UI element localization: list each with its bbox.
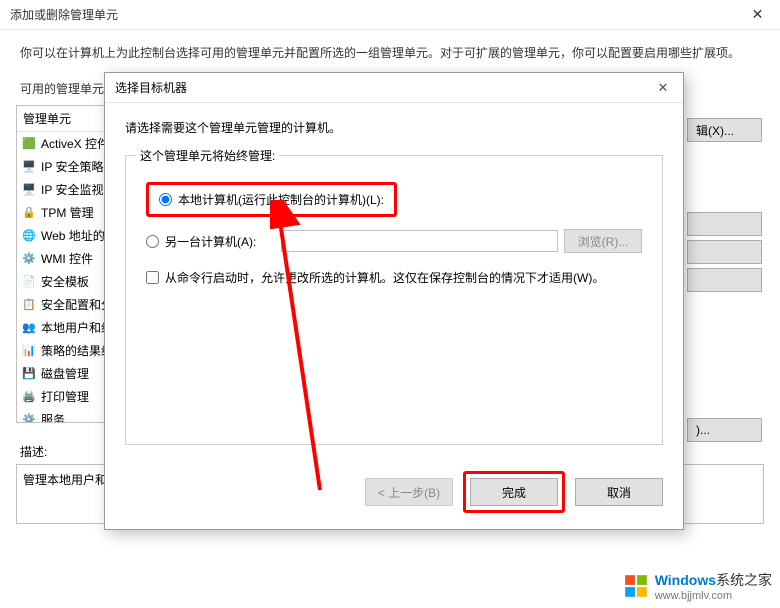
list-item-label: IP 安全策略	[41, 158, 103, 175]
list-item[interactable]: 🖥️IP 安全策略	[17, 155, 107, 178]
template-icon: 📄	[21, 274, 37, 290]
list-item[interactable]: 🌐Web 地址的	[17, 224, 107, 247]
list-item-label: 策略的结果组	[41, 342, 108, 359]
list-item-label: 磁盘管理	[41, 365, 89, 382]
list-item[interactable]: 📊策略的结果组	[17, 339, 107, 362]
service-icon: ⚙️	[21, 412, 37, 424]
list-item[interactable]: 📋安全配置和分	[17, 293, 107, 316]
local-computer-highlight: 本地计算机(运行此控制台的计算机)(L):	[146, 182, 397, 217]
list-item-label: 打印管理	[41, 388, 89, 405]
back-button[interactable]: < 上一步(B)	[365, 478, 453, 506]
list-item[interactable]: 🖨️打印管理	[17, 385, 107, 408]
cancel-button[interactable]: 取消	[575, 478, 663, 506]
advanced-button[interactable]: )...	[687, 418, 762, 442]
edit-extensions-button[interactable]: 辑(X)...	[687, 118, 762, 142]
watermark-brand: Windows	[655, 572, 716, 588]
list-item-label: Web 地址的	[41, 227, 105, 244]
list-item[interactable]: ⚙️ 服务	[17, 408, 107, 423]
list-item-label: WMI 控件	[41, 250, 93, 267]
computer-groupbox: 这个管理单元将始终管理: 本地计算机(运行此控制台的计算机)(L): 另一台计算…	[125, 155, 663, 445]
list-item[interactable]: 📄安全模板	[17, 270, 107, 293]
remove-button[interactable]	[687, 212, 762, 236]
list-item[interactable]: ⚙️WMI 控件	[17, 247, 107, 270]
parent-title: 添加或删除管理单元	[10, 6, 118, 23]
watermark-suffix: 系统之家	[716, 572, 772, 588]
print-icon: 🖨️	[21, 389, 37, 405]
list-item-label: 安全配置和分	[41, 296, 108, 313]
groupbox-legend: 这个管理单元将始终管理:	[136, 147, 279, 164]
parent-titlebar: 添加或删除管理单元 ✕	[0, 0, 780, 30]
finish-highlight: 完成	[463, 471, 565, 513]
tpm-icon: 🔒	[21, 205, 37, 221]
policy-icon: 🖥️	[21, 159, 37, 175]
select-computer-dialog: 选择目标机器 ✕ 请选择需要这个管理单元管理的计算机。 这个管理单元将始终管理:…	[104, 72, 684, 530]
monitor-icon: 🖥️	[21, 182, 37, 198]
activex-icon: 🟩	[21, 136, 37, 152]
list-item[interactable]: 🔒TPM 管理	[17, 201, 107, 224]
allow-change-label: 从命令行启动时，允许更改所选的计算机。这仅在保存控制台的情况下才适用(W)。	[165, 269, 604, 286]
allow-change-checkbox[interactable]	[146, 271, 159, 284]
allow-change-row: 从命令行启动时，允许更改所选的计算机。这仅在保存控制台的情况下才适用(W)。	[146, 269, 642, 286]
list-item-label: ActiveX 控件	[41, 135, 108, 152]
browse-button[interactable]: 浏览(R)...	[564, 229, 642, 253]
list-item[interactable]: 💾磁盘管理	[17, 362, 107, 385]
dialog-title: 选择目标机器	[115, 79, 187, 96]
move-down-button[interactable]	[687, 268, 762, 292]
close-icon[interactable]: ✕	[735, 0, 780, 30]
local-computer-label: 本地计算机(运行此控制台的计算机)(L):	[178, 191, 384, 208]
list-item-label: 安全模板	[41, 273, 89, 290]
rsop-icon: 📊	[21, 343, 37, 359]
disk-icon: 💾	[21, 366, 37, 382]
right-button-column: 辑(X)... )...	[687, 118, 762, 442]
dialog-titlebar: 选择目标机器 ✕	[105, 73, 683, 103]
wmi-icon: ⚙️	[21, 251, 37, 267]
column-header[interactable]: 管理单元	[17, 106, 107, 132]
watermark-url: www.bjjmlv.com	[655, 590, 772, 602]
dialog-instruction: 请选择需要这个管理单元管理的计算机。	[125, 119, 663, 137]
list-item-label: TPM 管理	[41, 204, 94, 221]
move-up-button[interactable]	[687, 240, 762, 264]
windows-logo-icon	[623, 573, 649, 599]
other-computer-radio[interactable]	[146, 235, 159, 248]
local-computer-radio[interactable]	[159, 193, 172, 206]
other-computer-input[interactable]	[281, 230, 558, 252]
list-item[interactable]: 🖥️IP 安全监视	[17, 178, 107, 201]
snapin-list[interactable]: 管理单元 🟩ActiveX 控件 🖥️IP 安全策略 🖥️IP 安全监视 🔒TP…	[16, 105, 108, 423]
list-item[interactable]: 👥本地用户和组	[17, 316, 107, 339]
watermark: Windows系统之家 www.bjjmlv.com	[623, 570, 772, 602]
users-icon: 👥	[21, 320, 37, 336]
other-computer-row: 另一台计算机(A): 浏览(R)...	[146, 229, 642, 253]
parent-description: 你可以在计算机上为此控制台选择可用的管理单元并配置所选的一组管理单元。对于可扩展…	[0, 30, 780, 76]
close-icon[interactable]: ✕	[643, 73, 683, 103]
list-item-label: IP 安全监视	[41, 181, 103, 198]
description-value: 管理本地用户和	[23, 473, 107, 487]
other-computer-label: 另一台计算机(A):	[165, 233, 275, 250]
finish-button[interactable]: 完成	[470, 478, 558, 506]
dialog-footer: < 上一步(B) 完成 取消	[365, 471, 663, 513]
security-icon: 📋	[21, 297, 37, 313]
list-item-label: 服务	[41, 411, 65, 423]
list-item[interactable]: 🟩ActiveX 控件	[17, 132, 107, 155]
web-icon: 🌐	[21, 228, 37, 244]
list-item-label: 本地用户和组	[41, 319, 108, 336]
